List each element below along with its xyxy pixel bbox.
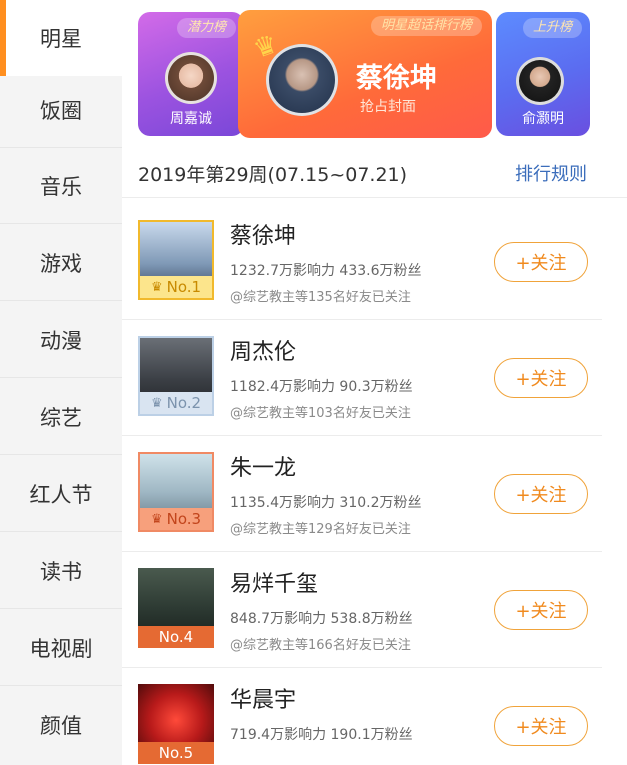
sidebar-item-label: 音乐 [40,174,82,199]
ranking-row[interactable]: ♛ No.2 周杰伦 1182.4万影响力 90.3万粉丝 @综艺教主等103名好… [122,320,602,436]
star-name: 周杰伦 [230,340,297,365]
rank-label: No.3 [166,510,202,528]
ranking-row[interactable]: No.4 易烊千玺 848.7万影响力 538.8万粉丝 @综艺教主等166名好… [122,552,602,668]
follow-button[interactable]: +关注 [494,358,588,398]
star-photo: No.4 [138,568,214,648]
avatar [165,52,217,104]
sidebar-item-fan-circle[interactable]: 饭圈 [0,72,122,148]
avatar [516,57,564,105]
star-stats: 1232.7万影响力 433.6万粉丝 [230,263,422,279]
card-name: 周嘉诚 [170,111,212,127]
friends-followed: @综艺教主等135名好友已关注 [230,290,411,305]
follow-button[interactable]: +关注 [494,242,588,282]
star-photo: ♛ No.2 [138,336,214,416]
follow-button[interactable]: +关注 [494,474,588,514]
sidebar-item-music[interactable]: 音乐 [0,148,122,224]
friends-followed: @综艺教主等166名好友已关注 [230,638,411,653]
sidebar-item-label: 读书 [40,559,82,584]
rising-board-card[interactable]: 上升榜 俞灏明 [496,12,590,136]
star-photo: No.5 [138,684,214,764]
sidebar-item-label: 红人节 [29,482,93,507]
crown-icon: ♛ [150,511,163,527]
star-stats: 848.7万影响力 538.8万粉丝 [230,611,413,627]
rank-badge: ♛ No.2 [140,392,212,414]
week-label: 2019年第29周(07.15~07.21) [138,164,408,186]
rank-badge: No.4 [138,626,214,648]
week-header: 2019年第29周(07.15~07.21) 排行规则 [122,148,627,198]
card-tag: 潜力榜 [176,18,236,38]
rank-badge: No.5 [138,742,214,764]
sidebar-item-influencer-festival[interactable]: 红人节 [0,456,122,532]
star-stats: 719.4万影响力 190.1万粉丝 [230,727,413,743]
friends-followed: @综艺教主等103名好友已关注 [230,406,411,421]
sidebar-item-label: 动漫 [40,328,82,353]
potential-board-card[interactable]: 潜力榜 周嘉诚 [138,12,244,136]
star-photo: ♛ No.1 [138,220,214,300]
ranking-rules-link[interactable]: 排行规则 [515,160,587,186]
star-name: 易烊千玺 [230,572,319,597]
card-tag: 明星超话排行榜 [370,16,482,36]
rank-label: No.4 [158,628,194,646]
sidebar-item-stars[interactable]: 明星 [0,0,122,76]
star-stats: 1135.4万影响力 310.2万粉丝 [230,495,422,511]
rank-label: No.2 [166,394,202,412]
crown-icon: ♛ [150,279,163,295]
rank-badge: ♛ No.3 [140,508,212,530]
sidebar-item-label: 游戏 [40,251,82,276]
crown-icon: ♛ [150,395,163,411]
sidebar-item-games[interactable]: 游戏 [0,225,122,301]
star-stats: 1182.4万影响力 90.3万粉丝 [230,379,413,395]
ranking-row[interactable]: ♛ No.1 蔡徐坤 1232.7万影响力 433.6万粉丝 @综艺教主等135名… [122,204,602,320]
sidebar-item-reading[interactable]: 读书 [0,533,122,609]
card-subtitle: 抢占封面 [360,99,416,115]
sidebar-item-label: 综艺 [40,405,82,430]
avatar [266,44,338,116]
star-name: 华晨宇 [230,688,297,713]
card-title: 蔡徐坤 [356,63,437,94]
ranking-row[interactable]: No.5 华晨宇 719.4万影响力 190.1万粉丝 +关注 [122,668,602,765]
sidebar-item-label: 颜值 [40,714,82,738]
star-name: 朱一龙 [230,456,297,481]
sidebar-item-tv-series[interactable]: 电视剧 [0,610,122,686]
card-name: 俞灏明 [522,111,564,127]
leaderboard-banner: 潜力榜 周嘉诚 明星超话排行榜 ♛ 蔡徐坤 抢占封面 上升榜 俞灏明 [122,0,627,148]
sidebar-item-label: 电视剧 [29,636,93,661]
rank-label: No.5 [158,744,194,762]
category-sidebar: 明星 饭圈 音乐 游戏 动漫 综艺 红人节 读书 电视剧 颜值 [0,0,122,765]
rank-badge: ♛ No.1 [140,276,212,298]
follow-button[interactable]: +关注 [494,590,588,630]
sidebar-item-label: 明星 [40,27,82,51]
star-photo: ♛ No.3 [138,452,214,532]
ranking-row[interactable]: ♛ No.3 朱一龙 1135.4万影响力 310.2万粉丝 @综艺教主等129名… [122,436,602,552]
sidebar-item-label: 饭圈 [40,98,82,123]
sidebar-item-variety[interactable]: 综艺 [0,379,122,455]
sidebar-item-anime[interactable]: 动漫 [0,302,122,378]
star-name: 蔡徐坤 [230,224,297,249]
star-ranking-card[interactable]: 明星超话排行榜 ♛ 蔡徐坤 抢占封面 [238,10,492,138]
sidebar-item-looks[interactable]: 颜值 [0,687,122,763]
rank-label: No.1 [166,278,202,296]
follow-button[interactable]: +关注 [494,706,588,746]
card-tag: 上升榜 [522,18,582,38]
friends-followed: @综艺教主等129名好友已关注 [230,522,411,537]
